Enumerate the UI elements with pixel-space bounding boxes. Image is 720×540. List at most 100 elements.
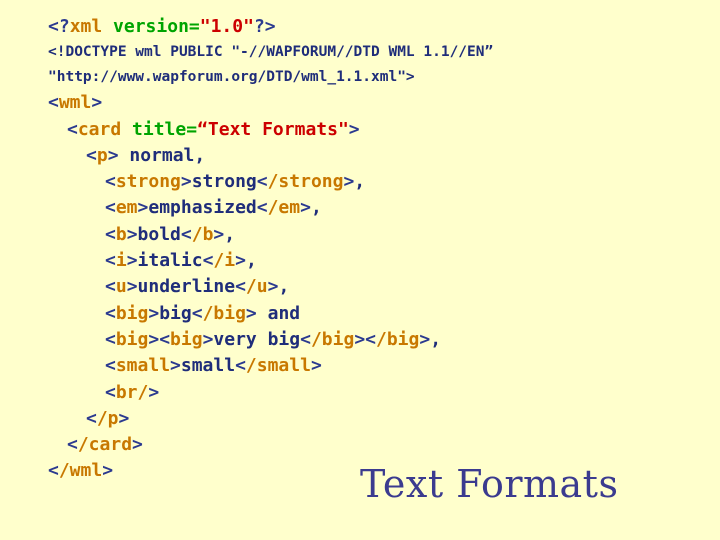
code-token-tag: /p (96, 407, 119, 429)
code-token-punct: < (235, 276, 246, 298)
code-token-tag: card (77, 118, 122, 140)
code-token-punct: < (105, 381, 116, 403)
code-token-text: , (310, 197, 322, 219)
code-token-tag: i (115, 250, 127, 272)
code-token-tag: /u (245, 276, 268, 298)
code-token-punct: ?> (253, 16, 276, 37)
code-token-value: "1.0" (199, 16, 254, 37)
code-line: <u>underline</u>, (0, 274, 720, 300)
code-token-tag: /wml (58, 460, 103, 482)
wml-code-listing: <?xml version="1.0"?> <!DOCTYPE wml PUBLI… (0, 14, 720, 485)
code-token-tag: big (115, 328, 149, 350)
code-token-punct: > (148, 328, 160, 350)
code-line: <?xml version="1.0"?> (0, 14, 720, 40)
code-token-punct: > (137, 197, 149, 219)
code-token-punct: < (105, 328, 116, 350)
code-token-punct: <? (48, 16, 70, 37)
code-token-punct: > (107, 144, 119, 166)
slide-title: Text Formats (360, 462, 619, 506)
code-token-text: , (224, 223, 236, 245)
code-token-tag: u (115, 276, 127, 298)
code-token-punct: > (180, 171, 192, 193)
code-token-punct: < (256, 171, 268, 193)
code-token-text: normal, (118, 144, 206, 166)
code-token-punct: > (235, 250, 246, 272)
code-token-tag: /i (213, 250, 236, 272)
code-token-tag: /small (245, 355, 311, 377)
code-token-text: emphasized (148, 197, 257, 219)
code-token-punct: < (67, 118, 78, 140)
code-token-text: , (354, 171, 366, 193)
code-token-tag: /big (376, 328, 420, 350)
code-token-punct: > (310, 355, 322, 377)
code-line: <big>big</big> and (0, 301, 720, 327)
code-token-punct: > (126, 276, 138, 298)
code-token-punct: > (170, 355, 181, 377)
code-token-text: "http://www.wapforum.org/DTD/wml_1.1.xml… (48, 69, 415, 86)
code-token-punct: < (105, 355, 116, 377)
code-line: <i>italic</i>, (0, 248, 720, 274)
code-token-punct: < (365, 328, 376, 350)
code-token-tag: xml (69, 16, 103, 37)
code-line: <small>small</small> (0, 353, 720, 379)
code-token-punct: > (126, 223, 138, 245)
code-line: "http://www.wapforum.org/DTD/wml_1.1.xml… (0, 65, 720, 90)
code-token-punct: < (235, 355, 246, 377)
code-token-punct: > (419, 328, 431, 350)
code-token-punct: > (213, 223, 225, 245)
code-token-punct: > (267, 276, 279, 298)
code-token-text: and (256, 302, 301, 324)
code-token-tag: /em (267, 197, 301, 219)
code-token-tag: /big (310, 328, 355, 350)
code-token-text: small (180, 355, 236, 377)
code-token-punct: < (180, 223, 192, 245)
code-line: <wml> (0, 90, 720, 116)
code-token-text: strong (191, 171, 257, 193)
code-token-punct: > (343, 171, 355, 193)
code-token-tag: br/ (115, 381, 149, 403)
code-token-punct: < (105, 276, 116, 298)
code-token-tag: big (115, 302, 149, 324)
code-line: </p> (0, 406, 720, 432)
code-token-punct: < (202, 250, 214, 272)
code-token-tag: p (96, 144, 108, 166)
code-token-tag: b (115, 223, 127, 245)
code-token-punct: > (126, 250, 138, 272)
code-token-punct: < (86, 144, 97, 166)
code-token-punct: < (159, 328, 171, 350)
code-token-text: , (430, 328, 442, 350)
code-token-punct: > (102, 460, 114, 482)
code-token-punct: < (105, 302, 116, 324)
code-token-punct: < (105, 223, 116, 245)
code-token-text: very big (213, 328, 301, 350)
code-line: <strong>strong</strong>, (0, 169, 720, 195)
code-token-text: bold (137, 223, 181, 245)
code-token-tag: strong (115, 171, 181, 193)
code-token-punct: < (191, 302, 203, 324)
code-token-tag: /b (191, 223, 214, 245)
code-token-punct: < (67, 434, 78, 456)
code-token-text: , (245, 250, 257, 272)
code-token-tag: em (115, 197, 138, 219)
code-token-punct: < (48, 92, 59, 114)
code-token-text: <!DOCTYPE wml PUBLIC "-//WAPFORUM//DTD W… (48, 44, 494, 61)
code-token-punct: < (86, 407, 97, 429)
code-token-punct: > (132, 434, 143, 456)
code-token-punct: > (245, 302, 257, 324)
code-token-tag: small (115, 355, 171, 377)
code-line: <!DOCTYPE wml PUBLIC "-//WAPFORUM//DTD W… (0, 40, 720, 65)
code-token-text: italic (137, 250, 203, 272)
code-token-text: , (278, 276, 290, 298)
code-token-attr: version= (113, 16, 200, 37)
code-token-punct: > (202, 328, 214, 350)
code-token-punct: < (105, 197, 116, 219)
code-line: <br/> (0, 380, 720, 406)
code-token-punct: > (118, 407, 130, 429)
code-line: </card> (0, 432, 720, 458)
code-token-text: underline (137, 276, 236, 298)
code-token-punct: > (348, 118, 360, 140)
code-token-punct: > (148, 302, 160, 324)
code-token-tag: wml (58, 92, 92, 114)
code-line: <b>bold</b>, (0, 222, 720, 248)
